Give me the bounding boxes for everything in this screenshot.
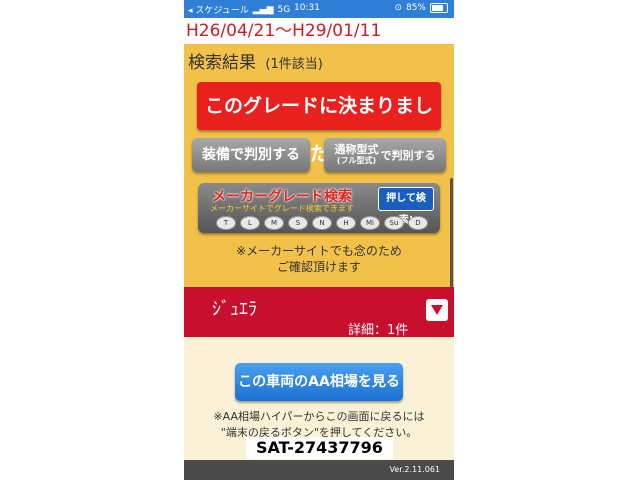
grade-detail-count: 詳細：1件 [348,323,409,338]
signal-icon: ▂▄▆ [252,4,274,15]
judge-by-model-button[interactable]: 通称型式 (フル型式) で判別する [324,138,446,172]
battery-percent: 85% [405,3,426,13]
search-results-title: 検索結果 [188,53,256,73]
battery-icon [430,3,448,13]
network-label: 5G [277,4,291,15]
back-to-app-label[interactable]: ◂ スケジュール [188,3,249,16]
maker-logo-icon: N [312,216,332,230]
maker-grade-search-banner[interactable]: メーカーグレード検索 メーカーサイトでグレード検索できます 押して検索! T L… [198,183,440,233]
aa-market-price-button[interactable]: この車両のAA相場を見る [235,363,403,401]
judge-by-equipment-button[interactable]: 装備で判別する [192,138,310,172]
model-sub-label: (フル型式) [336,156,377,165]
date-range: H26/04/21～H29/01/11 [184,18,454,44]
phone-screen: ◂ スケジュール ▂▄▆ 5G 10:31 ⊙ 85% H26/04/21～H2… [184,0,454,480]
search-results-count: (1件該当) [265,57,323,72]
maker-search-push-button[interactable]: 押して検索! [378,187,434,226]
orientation-lock-icon: ⊙ [394,3,402,13]
chevron-down-icon [431,305,443,315]
maker-logo-icon: D [408,216,428,230]
maker-logo-row: T L M S N H Mi Su D [216,216,428,230]
time-label: 10:31 [294,3,320,13]
search-results-header: 検索結果 (1件該当) [188,48,323,73]
maker-logo-icon: Su [384,216,404,230]
grade-row[interactable]: ｼﾞｭｴﾗ 詳細：1件 [184,287,454,338]
maker-logo-icon: M [264,216,284,230]
grade-name: ｼﾞｭｴﾗ [212,299,257,320]
decide-grade-button[interactable]: このグレードに決まりました [197,82,441,165]
maker-logo-icon: T [216,216,236,230]
sat-watermark-label: SAT-27437796 [246,437,393,459]
version-footer: Ver.2.11.061 [184,460,454,480]
maker-site-note: ※メーカーサイトでも念のため ご確認頂けます [236,244,402,274]
maker-logo-icon: H [336,216,356,230]
model-suffix-label: で判別する [380,149,436,162]
bottom-panel: この車両のAA相場を見る ※AA相場ハイパーからこの画面に戻るには "端末の戻る… [184,337,454,460]
maker-banner-subtitle: メーカーサイトでグレード検索できます [210,204,354,213]
model-main-label: 通称型式 [334,143,379,156]
maker-logo-icon: Mi [360,216,380,230]
maker-logo-icon: S [288,216,308,230]
expand-toggle-button[interactable] [426,299,448,321]
status-bar: ◂ スケジュール ▂▄▆ 5G 10:31 ⊙ 85% [184,0,454,18]
maker-logo-icon: L [240,216,260,230]
